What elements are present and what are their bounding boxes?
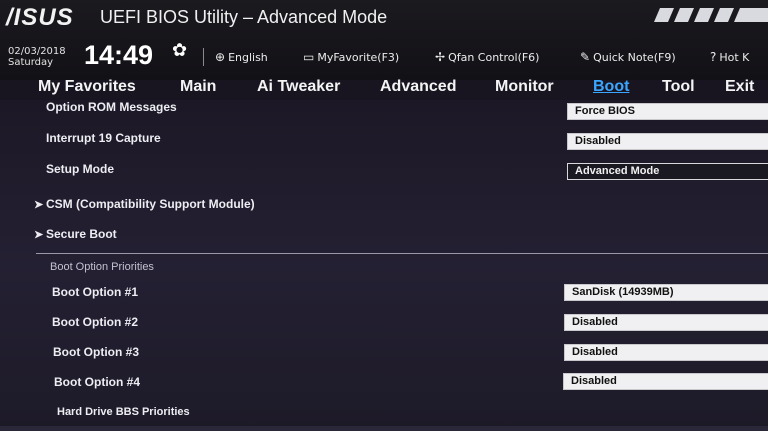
option-rom-messages-select[interactable]: Force BIOS	[567, 103, 768, 120]
secure-boot-submenu[interactable]: ➤ Secure Boot	[34, 227, 117, 241]
chevron-right-icon: ➤	[34, 229, 44, 241]
boot-option-1-select[interactable]: SanDisk (14939MB)	[564, 284, 768, 301]
tab-main[interactable]: Main	[180, 78, 216, 96]
csm-submenu[interactable]: ➤ CSM (Compatibility Support Module)	[34, 197, 255, 211]
hard-drive-bbs-priorities-item[interactable]: Hard Drive BBS Priorities	[57, 406, 190, 418]
divider	[203, 48, 204, 66]
quick-note-label: Quick Note(F9)	[593, 51, 676, 64]
asus-logo: /ISUS	[6, 4, 74, 31]
tab-ai-tweaker[interactable]: Ai Tweaker	[257, 78, 340, 96]
boot-option-3-select[interactable]: Disabled	[564, 344, 768, 361]
language-button[interactable]: ⊕ English	[215, 50, 268, 64]
boot-option-4-label: Boot Option #4	[54, 375, 140, 389]
bottom-edge	[0, 426, 768, 431]
boot-option-2-select[interactable]: Disabled	[564, 314, 768, 331]
setup-mode-label: Setup Mode	[46, 162, 114, 176]
boot-option-1-label: Boot Option #1	[52, 285, 138, 299]
decorative-stripes-icon	[654, 8, 768, 22]
fan-icon: ✢	[435, 50, 446, 64]
option-rom-messages-label: Option ROM Messages	[46, 100, 177, 114]
favorite-icon: ▭	[303, 50, 315, 64]
csm-submenu-label: CSM (Compatibility Support Module)	[46, 197, 255, 211]
tab-my-favorites[interactable]: My Favorites	[38, 78, 136, 96]
section-divider	[36, 253, 768, 254]
language-label: English	[228, 51, 268, 64]
help-icon: ?	[710, 50, 717, 64]
tab-advanced[interactable]: Advanced	[380, 78, 456, 96]
qfan-control-button[interactable]: ✢ Qfan Control(F6)	[435, 50, 539, 64]
tab-tool[interactable]: Tool	[662, 78, 695, 96]
globe-icon: ⊕	[215, 50, 226, 64]
note-icon: ✎	[580, 50, 591, 64]
window-title: UEFI BIOS Utility – Advanced Mode	[100, 7, 388, 27]
day-text: Saturday	[8, 57, 54, 68]
date-text: 02/03/2018	[8, 46, 66, 57]
quick-note-button[interactable]: ✎ Quick Note(F9)	[580, 50, 676, 64]
tab-exit[interactable]: Exit	[725, 78, 754, 96]
hot-keys-label: Hot K	[719, 51, 750, 64]
setup-mode-select[interactable]: Advanced Mode	[567, 163, 768, 180]
tab-boot[interactable]: Boot	[593, 78, 629, 96]
interrupt-19-capture-label: Interrupt 19 Capture	[46, 131, 161, 145]
interrupt-19-capture-select[interactable]: Disabled	[567, 133, 768, 150]
boot-option-priorities-heading: Boot Option Priorities	[50, 261, 154, 273]
clock[interactable]: 14:49	[84, 40, 153, 71]
hot-keys-button[interactable]: ? Hot K	[710, 50, 749, 64]
chevron-right-icon: ➤	[34, 199, 44, 211]
secure-boot-submenu-label: Secure Boot	[46, 227, 117, 241]
main-tabs: My Favorites Main Ai Tweaker Advanced Mo…	[0, 78, 768, 102]
boot-option-3-label: Boot Option #3	[53, 345, 139, 359]
myfavorite-label: MyFavorite(F3)	[317, 51, 400, 64]
top-bar: /ISUS UEFI BIOS Utility – Advanced Mode …	[0, 0, 768, 80]
qfan-label: Qfan Control(F6)	[448, 51, 540, 64]
myfavorite-button[interactable]: ▭ MyFavorite(F3)	[303, 50, 399, 64]
date-display: 02/03/2018 Saturday	[8, 46, 66, 68]
boot-option-4-select[interactable]: Disabled	[563, 373, 768, 390]
tab-monitor[interactable]: Monitor	[495, 78, 554, 96]
gear-icon[interactable]: ✿	[172, 40, 187, 61]
boot-option-2-label: Boot Option #2	[52, 315, 138, 329]
